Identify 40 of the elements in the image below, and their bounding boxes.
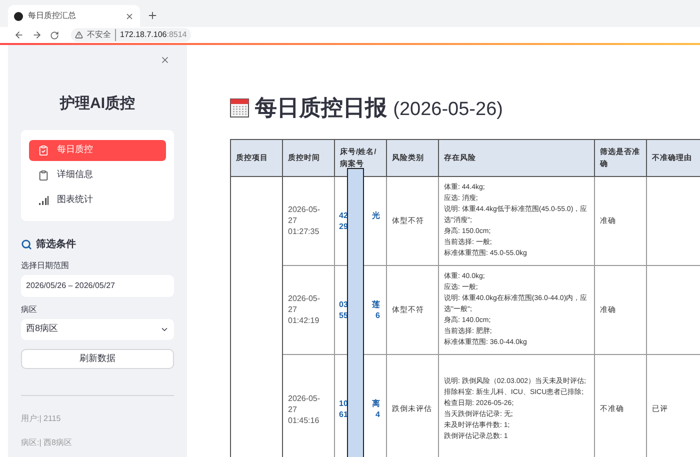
patient-text[interactable]: 61 [339, 409, 348, 420]
site-icon [14, 12, 23, 20]
close-icon[interactable] [125, 12, 134, 20]
address-bar[interactable]: 不安全 172.18.7.106:8514 [71, 28, 191, 42]
nav-item[interactable]: 图表统计 [29, 190, 166, 210]
clipboard-check-icon [38, 144, 49, 156]
sidebar-title: 护理AI质控 [58, 94, 136, 114]
security-label: 不安全 [87, 29, 116, 41]
browser-tab[interactable]: 每日质控汇总 [8, 5, 140, 27]
time-text: 2026-05-27 01:27:35 [288, 204, 322, 237]
reload-icon[interactable] [50, 30, 59, 40]
time-text: 2026-05-27 01:42:19 [288, 293, 322, 326]
clipboard-icon [38, 170, 49, 180]
ward-info: 病区:| 西8病区 [21, 436, 73, 448]
filter-heading: 筛选条件 [36, 238, 76, 252]
back-icon[interactable] [14, 30, 24, 40]
url-text: 172.18.7.106:8514 [120, 29, 187, 41]
warning-icon [75, 31, 83, 39]
patient-text[interactable]: 离 [372, 398, 380, 409]
patient-text[interactable]: 光 [372, 210, 380, 220]
user-info: 用户:| 2115 [21, 412, 62, 424]
new-tab-icon[interactable] [147, 10, 158, 21]
calendar-icon [230, 98, 249, 118]
ward-label: 病区 [21, 304, 38, 316]
time-text: 2026-05-27 01:45:16 [288, 392, 322, 426]
bar-chart-icon [38, 194, 49, 206]
date-range-field[interactable]: 2026/05/26 – 2026/05/27 [21, 274, 174, 296]
refresh-button[interactable]: 刷新数据 [21, 348, 174, 368]
close-icon[interactable] [160, 55, 170, 65]
nav-item[interactable]: 每日质控 [29, 140, 166, 160]
date-label: 选择日期范围 [21, 260, 70, 272]
nav-item[interactable]: 详细信息 [29, 164, 166, 186]
patient-text[interactable]: 6 [376, 310, 380, 320]
page-title: 每日质控日报 (2026-05-26) [255, 94, 503, 122]
tab-title: 每日质控汇总 [28, 10, 77, 22]
forward-icon[interactable] [32, 30, 42, 40]
patient-text[interactable]: 4 [376, 409, 380, 420]
patient-text[interactable]: 莲 [372, 298, 380, 310]
ward-select[interactable]: 西8病区 [21, 318, 174, 340]
search-icon [21, 238, 32, 250]
